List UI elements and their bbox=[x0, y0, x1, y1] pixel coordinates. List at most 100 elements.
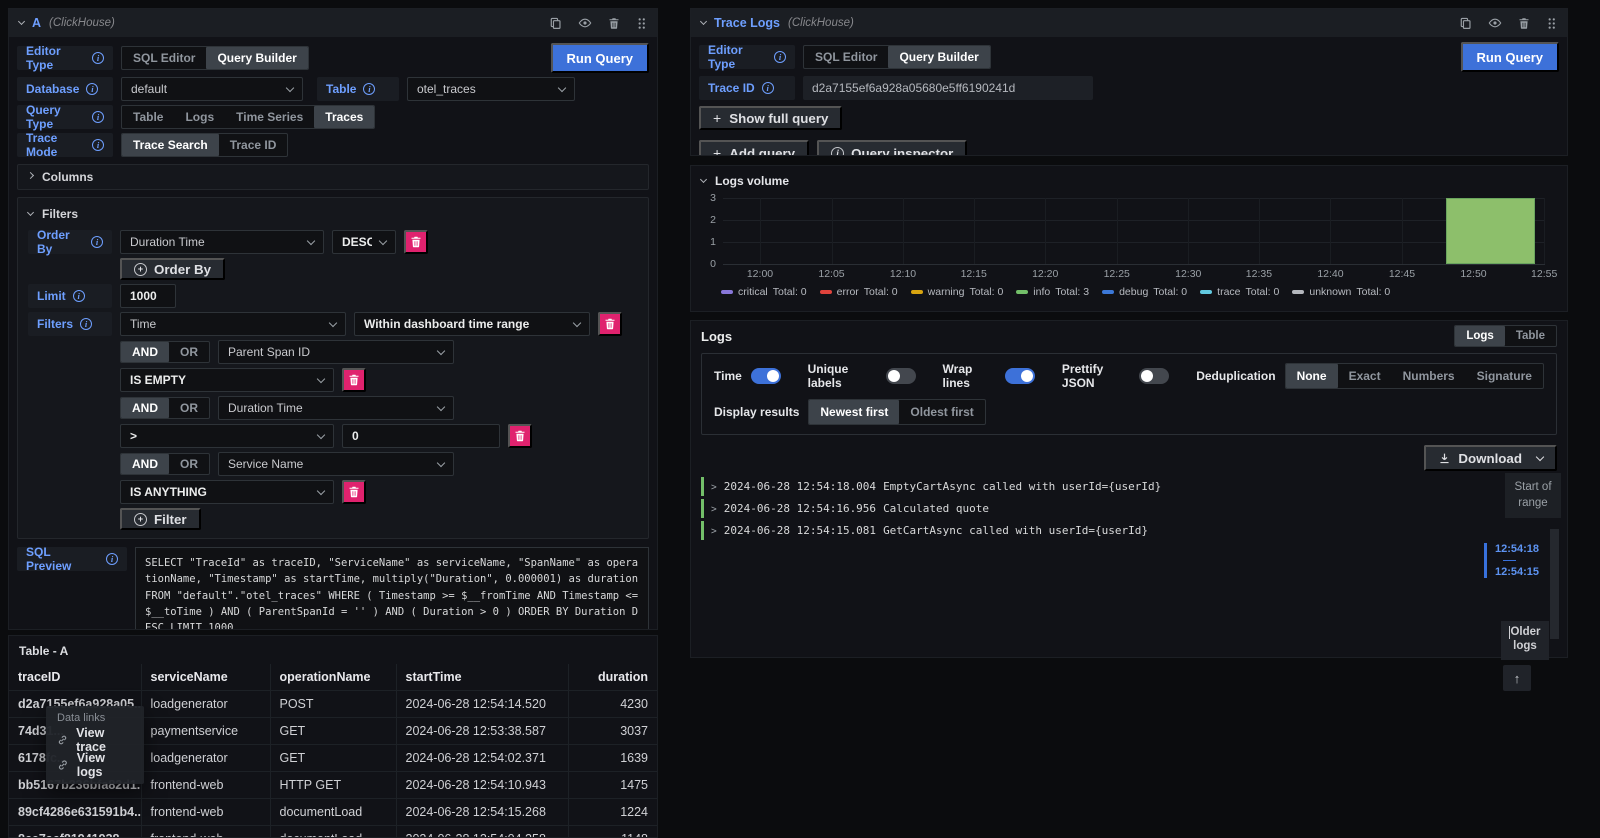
unique-labels-toggle[interactable] bbox=[886, 368, 916, 384]
dedup-numbers-option[interactable]: Numbers bbox=[1392, 364, 1466, 388]
column-header[interactable]: serviceName bbox=[141, 664, 270, 691]
info-icon[interactable] bbox=[774, 51, 786, 63]
table-select[interactable]: otel_traces bbox=[407, 77, 575, 101]
show-full-query-button[interactable]: Show full query bbox=[699, 106, 842, 130]
info-icon[interactable] bbox=[91, 236, 103, 248]
prettify-json-toggle[interactable] bbox=[1139, 368, 1169, 384]
remove-condition-button[interactable] bbox=[342, 480, 366, 504]
info-icon[interactable] bbox=[92, 139, 104, 151]
query-type-traces[interactable]: Traces bbox=[314, 106, 374, 128]
database-select[interactable]: default bbox=[121, 77, 303, 101]
download-button[interactable]: Download bbox=[1424, 445, 1557, 471]
condition-operator-select[interactable]: IS EMPTY bbox=[120, 368, 334, 392]
view-logs-menu-item[interactable]: View logs bbox=[57, 752, 133, 777]
view-trace-menu-item[interactable]: View trace bbox=[57, 727, 133, 752]
query-type-table[interactable]: Table bbox=[122, 106, 174, 128]
remove-order-by-button[interactable] bbox=[404, 230, 428, 254]
editor-type-sql-editor[interactable]: SQL Editor bbox=[804, 46, 888, 68]
logs-volume-bar-info[interactable] bbox=[1446, 198, 1535, 264]
drag-handle-icon[interactable] bbox=[1546, 17, 1557, 30]
logs-volume-header[interactable]: Logs volume bbox=[691, 166, 1567, 188]
dedup-exact-option[interactable]: Exact bbox=[1338, 364, 1392, 388]
or-option[interactable]: OR bbox=[169, 342, 209, 362]
order-by-field-select[interactable]: Duration Time bbox=[120, 230, 324, 254]
filter-time-field-select[interactable]: Time bbox=[120, 312, 346, 336]
dedup-none-option[interactable]: None bbox=[1286, 364, 1338, 388]
log-scrollbar[interactable] bbox=[1550, 529, 1559, 639]
columns-section[interactable]: Columns bbox=[17, 164, 649, 190]
copy-icon[interactable] bbox=[1459, 17, 1472, 30]
editor-type-sql-editor[interactable]: SQL Editor bbox=[122, 47, 206, 69]
info-icon[interactable] bbox=[73, 290, 85, 302]
remove-filter-button[interactable] bbox=[598, 312, 622, 336]
view-logs-option[interactable]: Logs bbox=[1455, 326, 1504, 346]
limit-input[interactable]: 1000 bbox=[120, 284, 176, 308]
add-query-button[interactable]: Add query bbox=[699, 140, 809, 156]
info-icon[interactable] bbox=[363, 83, 375, 95]
trace-id-input[interactable]: d2a7155ef6a928a05680e5ff6190241d bbox=[803, 76, 1093, 100]
info-icon[interactable] bbox=[762, 82, 774, 94]
query-inspector-button[interactable]: Query inspector bbox=[817, 140, 967, 156]
query-type-time-series[interactable]: Time Series bbox=[225, 106, 314, 128]
condition-value-input[interactable]: 0 bbox=[342, 424, 500, 448]
log-time-range-rail[interactable]: 12:54:18 12:54:15 bbox=[1484, 543, 1539, 578]
column-header[interactable]: startTime bbox=[396, 664, 568, 691]
or-option[interactable]: OR bbox=[169, 454, 209, 474]
dedup-signature-option[interactable]: Signature bbox=[1466, 364, 1543, 388]
eye-icon[interactable] bbox=[1488, 16, 1502, 30]
log-line[interactable]: 2024-06-28 12:54:18.004 EmptyCartAsync c… bbox=[701, 477, 1467, 496]
info-icon[interactable] bbox=[106, 553, 118, 565]
newest-first-option[interactable]: Newest first bbox=[809, 400, 899, 424]
column-header[interactable]: operationName bbox=[270, 664, 396, 691]
legend-item[interactable]: infoTotal: 3 bbox=[1016, 286, 1089, 298]
trace-mode-trace-id[interactable]: Trace ID bbox=[219, 134, 288, 156]
wrap-lines-toggle[interactable] bbox=[1005, 368, 1035, 384]
condition-operator-select[interactable]: IS ANYTHING bbox=[120, 480, 334, 504]
info-icon[interactable] bbox=[92, 111, 104, 123]
run-query-button[interactable]: Run Query bbox=[1461, 42, 1559, 72]
condition-field-select[interactable]: Duration Time bbox=[218, 396, 454, 420]
copy-icon[interactable] bbox=[549, 17, 562, 30]
and-option[interactable]: AND bbox=[121, 454, 169, 474]
info-icon[interactable] bbox=[80, 318, 92, 330]
trace-id-link[interactable]: 8ce7acf81941938... bbox=[9, 826, 141, 838]
editor-type-query-builder[interactable]: Query Builder bbox=[888, 46, 989, 68]
order-by-direction-select[interactable]: DESC bbox=[332, 230, 396, 254]
editor-type-query-builder[interactable]: Query Builder bbox=[206, 47, 307, 69]
filters-section-header[interactable]: Filters bbox=[28, 202, 638, 226]
scroll-to-top-button[interactable] bbox=[1503, 665, 1531, 691]
panel-collapse-icon[interactable] bbox=[700, 18, 707, 25]
expand-icon[interactable] bbox=[711, 480, 717, 493]
trace-id-link[interactable]: 89cf4286e631591b4... bbox=[9, 799, 141, 826]
oldest-first-option[interactable]: Oldest first bbox=[899, 400, 984, 424]
legend-item[interactable]: unknownTotal: 0 bbox=[1292, 286, 1390, 298]
eye-icon[interactable] bbox=[578, 16, 592, 30]
time-toggle[interactable] bbox=[751, 368, 781, 384]
view-table-option[interactable]: Table bbox=[1505, 326, 1556, 346]
info-icon[interactable] bbox=[92, 52, 104, 64]
and-option[interactable]: AND bbox=[121, 342, 169, 362]
column-header[interactable]: duration bbox=[568, 664, 657, 691]
and-option[interactable]: AND bbox=[121, 398, 169, 418]
add-filter-button[interactable]: Filter bbox=[120, 508, 201, 530]
filter-time-value-select[interactable]: Within dashboard time range bbox=[354, 312, 590, 336]
condition-operator-select[interactable]: > bbox=[120, 424, 334, 448]
remove-condition-button[interactable] bbox=[508, 424, 532, 448]
run-query-button[interactable]: Run Query bbox=[551, 43, 649, 73]
log-line[interactable]: 2024-06-28 12:54:16.956 Calculated quote bbox=[701, 499, 1467, 518]
condition-field-select[interactable]: Parent Span ID bbox=[218, 340, 454, 364]
remove-condition-button[interactable] bbox=[342, 368, 366, 392]
trash-icon[interactable] bbox=[608, 17, 620, 30]
query-type-logs[interactable]: Logs bbox=[174, 106, 225, 128]
log-line[interactable]: 2024-06-28 12:54:15.081 GetCartAsync cal… bbox=[701, 521, 1467, 540]
condition-field-select[interactable]: Service Name bbox=[218, 452, 454, 476]
legend-item[interactable]: errorTotal: 0 bbox=[820, 286, 898, 298]
trash-icon[interactable] bbox=[1518, 17, 1530, 30]
or-option[interactable]: OR bbox=[169, 398, 209, 418]
legend-item[interactable]: debugTotal: 0 bbox=[1102, 286, 1187, 298]
add-order-by-button[interactable]: Order By bbox=[120, 258, 225, 280]
info-icon[interactable] bbox=[86, 83, 98, 95]
expand-icon[interactable] bbox=[711, 502, 717, 515]
legend-item[interactable]: warningTotal: 0 bbox=[911, 286, 1004, 298]
drag-handle-icon[interactable] bbox=[636, 17, 647, 30]
